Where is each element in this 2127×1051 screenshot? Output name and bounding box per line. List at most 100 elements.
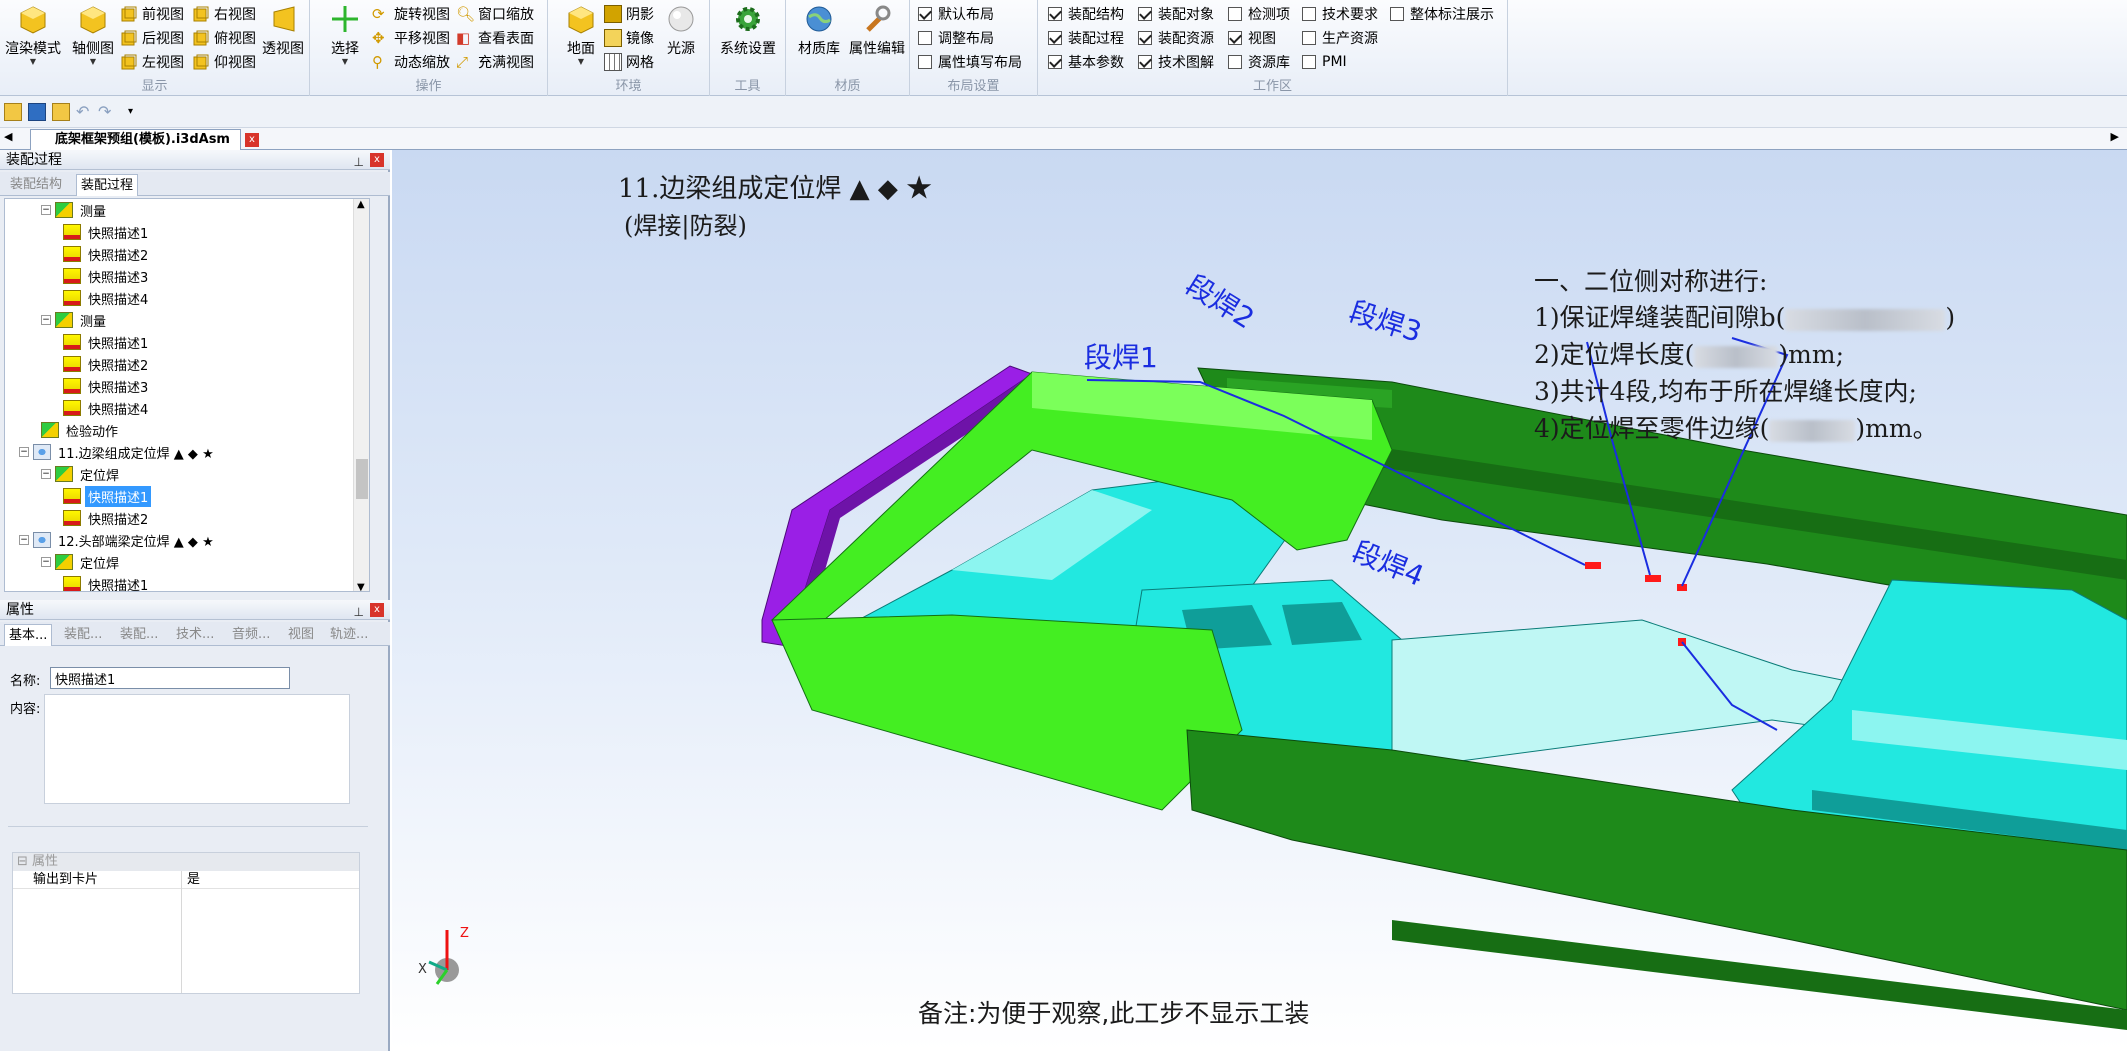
back-view-button[interactable]: 后视图	[120, 27, 184, 49]
tree-node-step[interactable]: − 12.头部端梁定位焊 ▲ ◆ ★	[19, 529, 217, 551]
tree-node-snapshot[interactable]: 快照描述3	[63, 265, 151, 287]
tab-assembly-2[interactable]: 装配...	[116, 624, 162, 646]
collapse-icon[interactable]: −	[41, 469, 51, 479]
render-mode-button[interactable]: 渲染模式 ▼	[4, 4, 62, 68]
content-textarea[interactable]	[44, 694, 350, 804]
rotate-view-button[interactable]: ⟳ 旋转视图	[372, 3, 450, 25]
front-view-button[interactable]: 前视图	[120, 3, 184, 25]
collapse-icon[interactable]: −	[41, 205, 51, 215]
tab-technical[interactable]: 技术...	[172, 624, 218, 646]
scroll-down-icon[interactable]: ▼	[357, 582, 365, 591]
ws-assembly-resource-checkbox[interactable]: 装配资源	[1138, 27, 1214, 49]
ws-tech-requirement-checkbox[interactable]: 技术要求	[1302, 3, 1378, 25]
layout-adjust-checkbox[interactable]: 调整布局	[918, 27, 994, 49]
window-zoom-button[interactable]: 🔍︎ 窗口缩放	[456, 3, 534, 25]
redo-icon[interactable]: ↷	[98, 103, 116, 121]
tree-node-step[interactable]: − 11.边梁组成定位焊 ▲ ◆ ★	[19, 441, 217, 463]
tree-node-snapshot[interactable]: 快照描述4	[63, 397, 151, 419]
perspective-button[interactable]: 透视图	[254, 4, 312, 68]
close-tab-icon[interactable]: x	[245, 133, 259, 147]
3d-viewport[interactable]: 11.边梁组成定位焊 ▲ ◆ ★ (焊接|防裂) 一、二位侧对称进行: 1)保证…	[392, 150, 2127, 1051]
tree-node-snapshot[interactable]: 快照描述1	[63, 221, 151, 243]
chevron-down-icon: ▼	[29, 57, 37, 66]
ws-inspection-checkbox[interactable]: 检测项	[1228, 3, 1290, 25]
tree-node-snapshot[interactable]: 快照描述1	[63, 331, 151, 353]
ground-button[interactable]: 地面 ▼	[552, 4, 610, 68]
tab-audio[interactable]: 音频...	[228, 624, 274, 646]
open-icon[interactable]	[52, 103, 70, 121]
tree-node-snapshot[interactable]: 快照描述4	[63, 287, 151, 309]
underframe-model[interactable]	[392, 150, 2127, 1051]
collapse-icon[interactable]: −	[19, 447, 29, 457]
close-icon[interactable]: x	[370, 153, 384, 167]
collapse-icon[interactable]: −	[41, 315, 51, 325]
pin-icon[interactable]: ⊥	[354, 602, 364, 622]
ws-tech-diagram-checkbox[interactable]: 技术图解	[1138, 51, 1214, 73]
tree-node-group[interactable]: − 定位焊	[41, 463, 122, 485]
tab-assembly-process[interactable]: 装配过程	[76, 174, 139, 196]
tree-node-snapshot[interactable]: 快照描述1	[63, 485, 152, 507]
right-view-button[interactable]: 右视图	[192, 3, 256, 25]
tab-assembly-1[interactable]: 装配...	[60, 624, 106, 646]
top-view-button[interactable]: 俯视图	[192, 27, 256, 49]
shadow-button[interactable]: 阴影	[604, 3, 654, 25]
name-field[interactable]	[50, 667, 290, 689]
ws-production-resource-checkbox[interactable]: 生产资源	[1302, 27, 1378, 49]
collapse-icon[interactable]: −	[41, 557, 51, 567]
ws-view-checkbox[interactable]: 视图	[1228, 27, 1276, 49]
tree-node-snapshot[interactable]: 快照描述2	[63, 507, 151, 529]
ws-basic-params-checkbox[interactable]: 基本参数	[1048, 51, 1124, 73]
document-tab[interactable]: 底架框架预组(模板).i3dAsm	[30, 129, 241, 150]
tree-node-action[interactable]: 检验动作	[41, 419, 121, 441]
layout-default-checkbox[interactable]: 默认布局	[918, 3, 994, 25]
property-row[interactable]: 输出到卡片 是	[13, 871, 359, 889]
tree-node-group[interactable]: − 测量	[41, 199, 109, 221]
ws-pmi-checkbox[interactable]: PMI	[1302, 51, 1347, 73]
axis-view-button[interactable]: 轴侧图 ▼	[64, 4, 122, 68]
customize-dropdown-icon[interactable]: ▾	[128, 103, 146, 121]
view-surface-button[interactable]: ◧ 查看表面	[456, 27, 534, 49]
undo-icon[interactable]: ↶	[76, 103, 94, 121]
tree-node-group[interactable]: − 定位焊	[41, 551, 122, 573]
system-settings-button[interactable]: 系统设置	[716, 4, 780, 68]
ws-assembly-object-checkbox[interactable]: 装配对象	[1138, 3, 1214, 25]
tab-basic[interactable]: 基本...	[4, 624, 53, 646]
scroll-up-icon[interactable]: ▲	[357, 199, 365, 210]
tree-node-snapshot[interactable]: 快照描述2	[63, 353, 151, 375]
tab-assembly-structure[interactable]: 装配结构	[6, 174, 66, 196]
tab-scroll-left-icon[interactable]: ◀	[4, 130, 12, 143]
bottom-view-button[interactable]: 仰视图	[192, 51, 256, 73]
material-library-button[interactable]: 材质库	[790, 4, 848, 68]
layout-attribute-checkbox[interactable]: 属性填写布局	[918, 51, 1022, 73]
select-button[interactable]: 选择 ▼	[316, 4, 374, 68]
tree-node-snapshot[interactable]: 快照描述1	[63, 573, 151, 591]
tree-node-group[interactable]: − 测量	[41, 309, 109, 331]
collapse-icon[interactable]: ⊟	[17, 854, 32, 869]
left-view-button[interactable]: 左视图	[120, 51, 184, 73]
save-icon[interactable]	[28, 103, 46, 121]
fit-view-button[interactable]: ⤢ 充满视图	[456, 51, 534, 73]
scrollbar-thumb[interactable]	[356, 459, 368, 499]
tree-scrollbar[interactable]: ▲ ▼	[353, 199, 369, 591]
tree-node-snapshot[interactable]: 快照描述2	[63, 243, 151, 265]
tree-node-snapshot[interactable]: 快照描述3	[63, 375, 151, 397]
ws-assembly-process-checkbox[interactable]: 装配过程	[1048, 27, 1124, 49]
ws-overall-annotation-checkbox[interactable]: 整体标注展示	[1390, 3, 1494, 25]
grid-button[interactable]: 网格	[604, 51, 654, 73]
instruction-line-2: 2)定位焊长度()mm;	[1534, 340, 1845, 369]
ws-resource-lib-checkbox[interactable]: 资源库	[1228, 51, 1290, 73]
pan-view-button[interactable]: ✥ 平移视图	[372, 27, 450, 49]
open-folder-icon[interactable]	[4, 103, 22, 121]
ws-assembly-structure-checkbox[interactable]: 装配结构	[1048, 3, 1124, 25]
tab-trajectory[interactable]: 轨迹...	[326, 624, 372, 646]
mirror-button[interactable]: 镜像	[604, 27, 654, 49]
attribute-edit-button[interactable]: 属性编辑	[848, 4, 906, 68]
tab-scroll-right-icon[interactable]: ▶	[2111, 130, 2119, 143]
dynamic-zoom-button[interactable]: ⚲ 动态缩放	[372, 51, 450, 73]
close-icon[interactable]: x	[370, 603, 384, 617]
collapse-icon[interactable]: −	[19, 535, 29, 545]
light-button[interactable]: 光源	[652, 4, 710, 68]
property-category[interactable]: ⊟ 属性	[13, 853, 359, 871]
pin-icon[interactable]: ⊥	[354, 152, 364, 172]
tab-view[interactable]: 视图	[284, 624, 318, 646]
